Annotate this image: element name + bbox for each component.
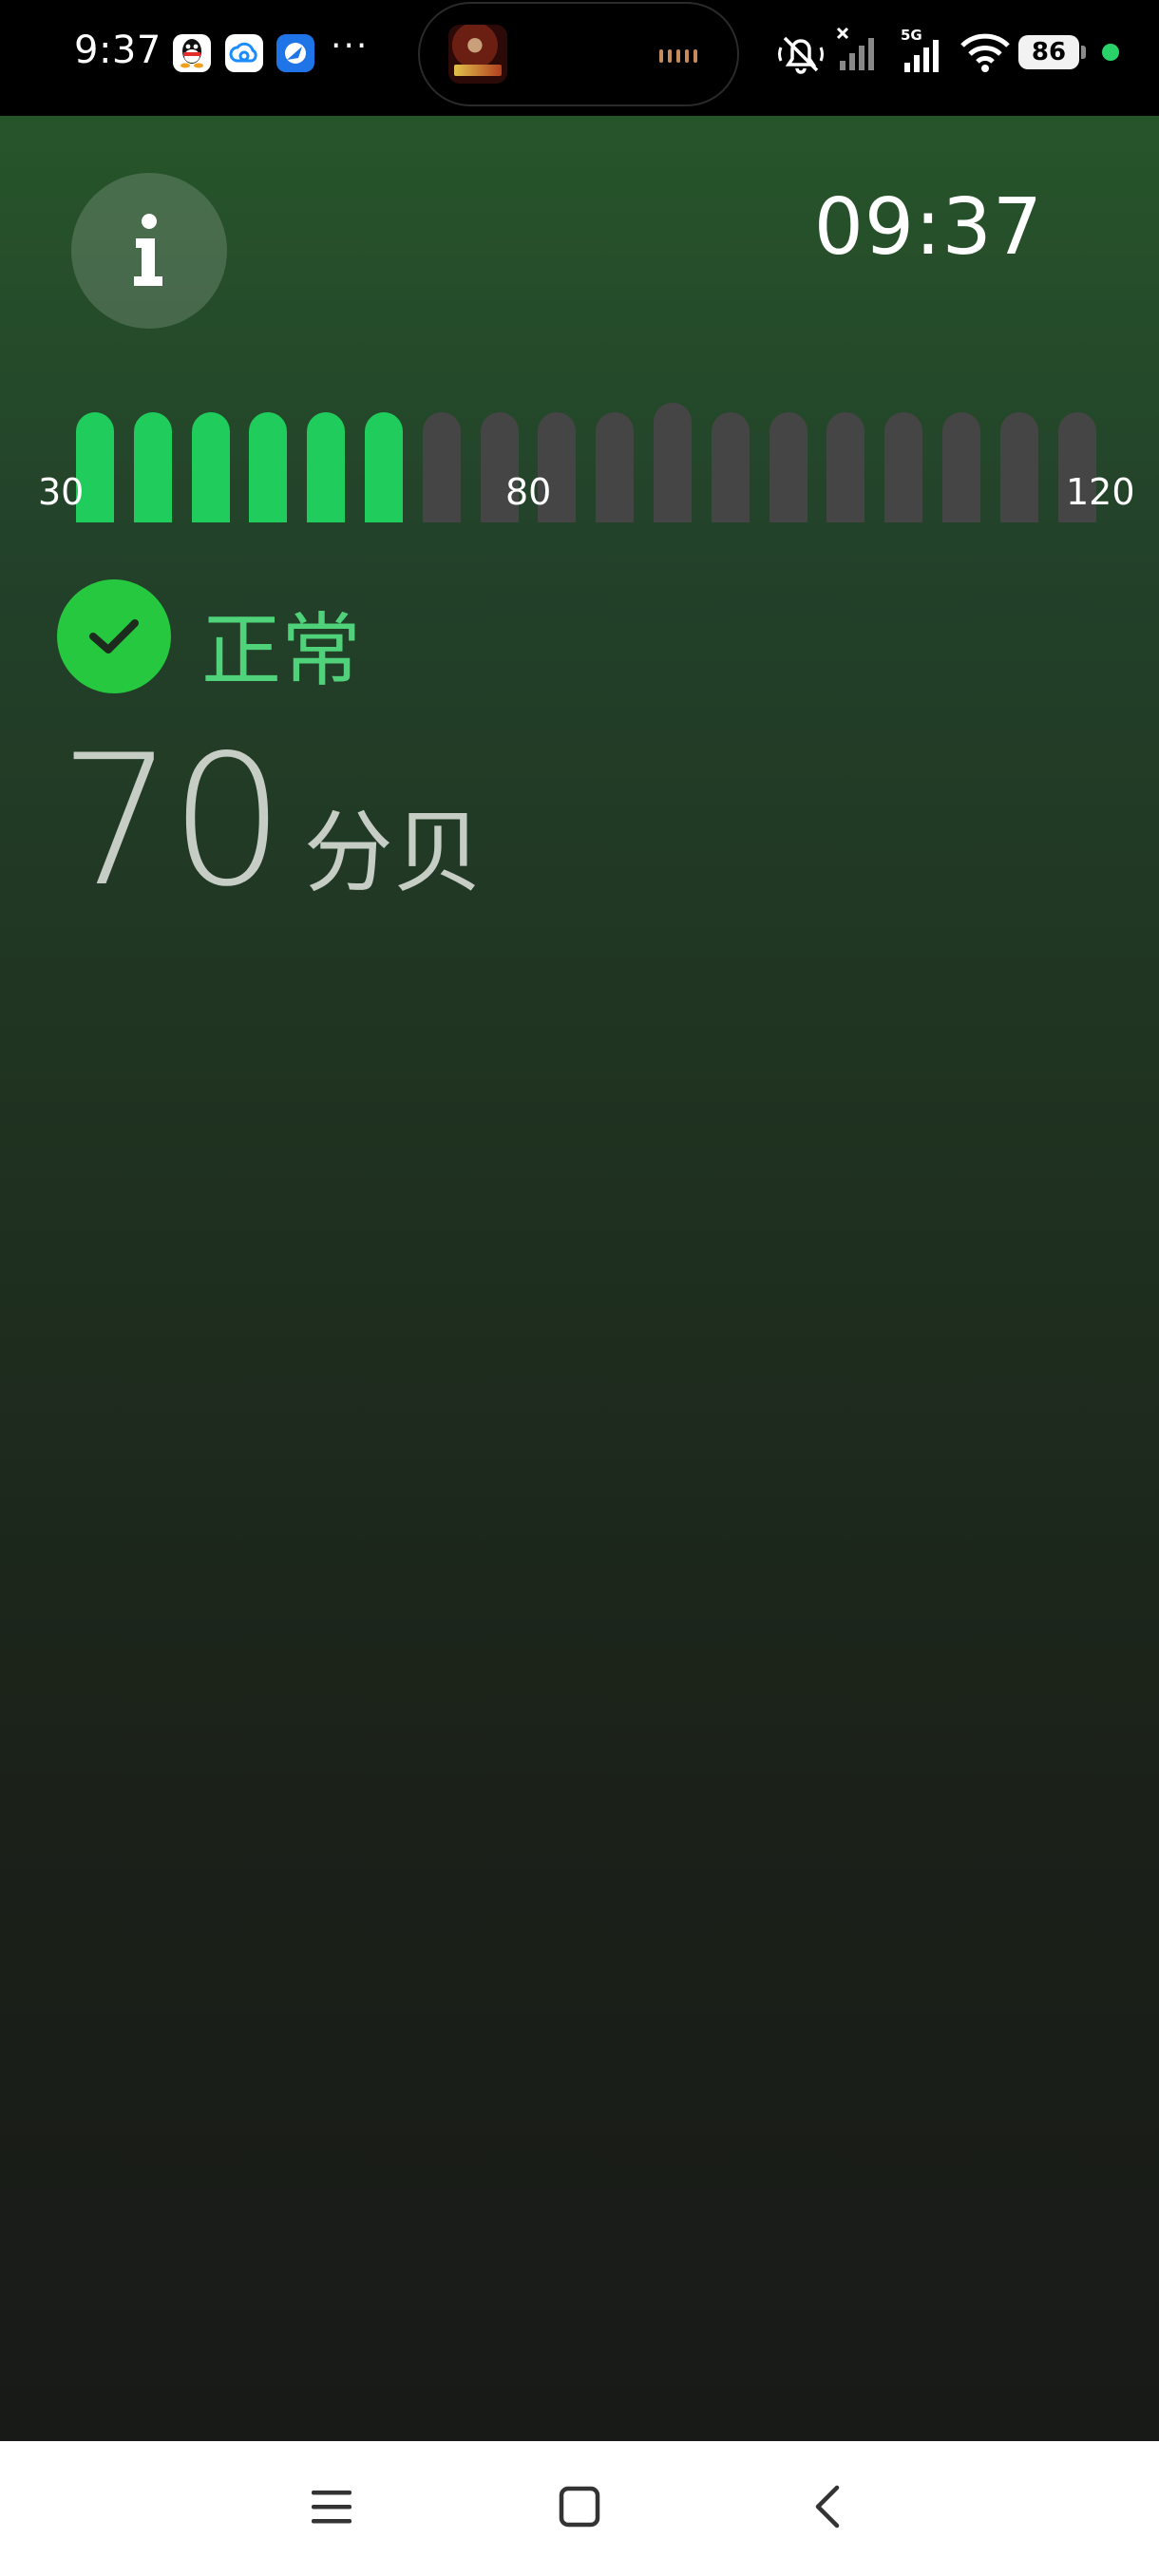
meter-bar [133,412,172,522]
battery-tip [1081,46,1086,59]
dynamic-island[interactable] [418,2,739,106]
meter-bar [884,412,923,522]
meter-max-label: 120 [1066,471,1135,513]
decibel-unit: 分贝 [303,802,483,905]
meter-bar [999,412,1038,522]
qq-icon [173,34,211,72]
privacy-indicator-dot [1102,44,1119,61]
audio-wave-icon [659,49,697,63]
decibel-meter: 30 80 120 [0,116,1159,522]
signal-no-service-icon [836,27,874,70]
meter-mid-label: 80 [505,471,552,513]
status-bar: 9:37 ··· 5G 86 [0,0,1159,116]
navigation-bar [0,2441,1159,2576]
check-icon [57,579,171,693]
meter-bar [654,403,692,522]
meter-bar [769,412,808,522]
album-art-icon [448,25,507,84]
meter-bar [826,412,865,522]
meter-bar [942,412,980,522]
meter-bar [422,412,461,522]
meter-bar [191,412,230,522]
menu-icon [312,2491,352,2524]
recent-apps-button[interactable] [298,2473,365,2540]
meter-bar [596,412,635,522]
battery-indicator: 86 [1018,35,1079,69]
bell-muted-icon [778,36,824,74]
decibel-reading: 70 分贝 [59,716,483,926]
home-icon [559,2486,600,2528]
cloud-drive-icon [225,34,263,72]
wifi-icon [960,33,1010,72]
meter-bar [711,412,750,522]
browser-icon [276,34,314,72]
more-notifications-indicator: ··· [331,27,370,66]
meter-bar [307,412,346,522]
meter-bar [365,412,403,522]
meter-min-label: 30 [38,471,85,513]
status-bar-time: 9:37 [74,28,162,72]
decibel-value: 70 [59,716,285,926]
back-button[interactable] [794,2473,861,2540]
home-button[interactable] [546,2473,613,2540]
back-icon [815,2485,840,2529]
svg-text:5G: 5G [901,27,922,44]
signal-5g-icon: 5G [901,27,939,72]
status-label: 正常 [201,604,362,697]
meter-bar [249,412,288,522]
sound-meter-screen: 09:37 30 80 120 正常 70 分贝 [0,116,1159,2441]
